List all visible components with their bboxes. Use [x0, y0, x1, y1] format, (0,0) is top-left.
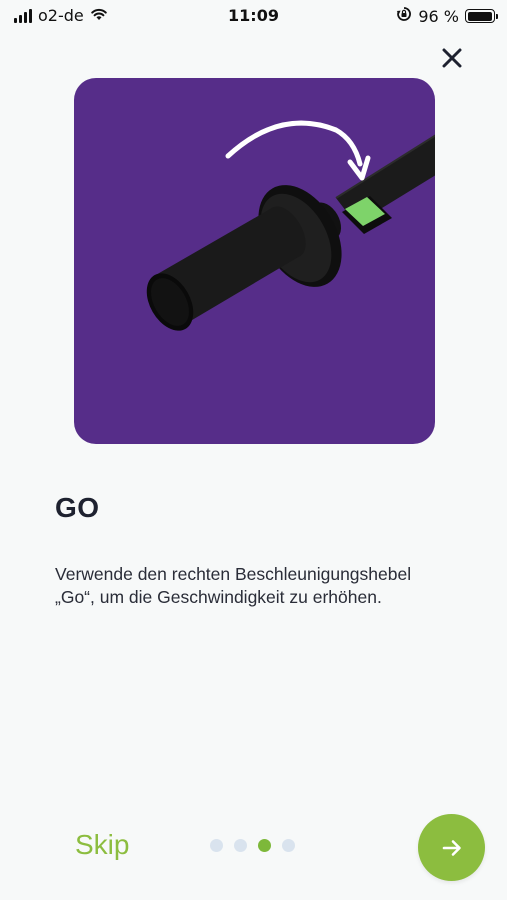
- page-dot-3[interactable]: [258, 839, 271, 852]
- rotation-lock-icon: [396, 6, 412, 26]
- battery-percent: 96 %: [418, 6, 459, 26]
- arrow-right-icon: [442, 839, 461, 856]
- status-right: 96 %: [396, 6, 498, 26]
- page-dot-1[interactable]: [210, 839, 223, 852]
- battery-level: [467, 11, 492, 21]
- page-dot-2[interactable]: [234, 839, 247, 852]
- page-indicator: [210, 839, 295, 852]
- next-button[interactable]: [418, 814, 485, 881]
- status-bar: o2-de 11:09 96 %: [0, 0, 507, 32]
- onboarding-description: Verwende den rechten Beschleunigungshebe…: [55, 564, 412, 607]
- battery-icon: [465, 9, 498, 23]
- throttle-illustration: [74, 78, 435, 444]
- page-dot-4[interactable]: [282, 839, 295, 852]
- close-icon: [442, 48, 462, 68]
- rotation-arrow-icon: [225, 120, 371, 181]
- close-button[interactable]: [434, 40, 470, 76]
- onboarding-title: GO: [55, 492, 100, 523]
- skip-button[interactable]: Skip: [75, 829, 129, 861]
